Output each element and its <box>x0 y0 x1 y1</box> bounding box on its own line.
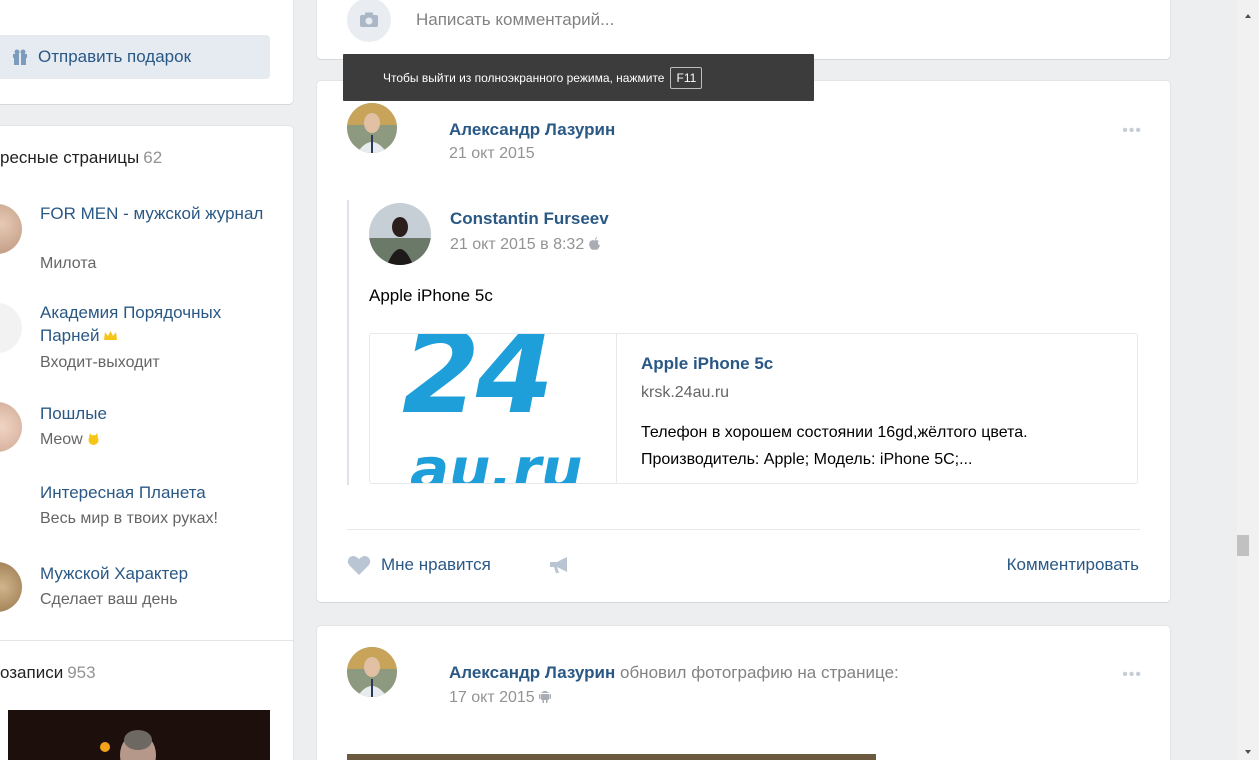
post-author[interactable]: Александр Лазурин обновил фотографию на … <box>449 663 899 683</box>
interesting-pages-title: ресные страницы <box>0 148 140 167</box>
scroll-up-icon[interactable] <box>1240 8 1256 24</box>
group-subtitle-text: Meow <box>40 431 83 448</box>
gift-card: Отправить подарок <box>0 0 293 104</box>
post-date-text: 17 окт 2015 <box>449 689 535 706</box>
post-text: Apple iPhone 5c <box>369 286 493 305</box>
author-avatar[interactable] <box>347 647 397 697</box>
megaphone-icon <box>550 557 567 573</box>
group-avatar[interactable] <box>0 303 22 353</box>
repost-author-avatar[interactable] <box>369 203 431 265</box>
interesting-pages-card: ресные страницы 62 FOR MEN - мужской журн… <box>0 126 293 646</box>
repost-bar <box>347 200 349 485</box>
group-avatar[interactable] <box>0 481 22 531</box>
comment-button[interactable]: Комментировать <box>1007 555 1139 575</box>
videos-header[interactable]: озаписи 953 <box>0 663 96 683</box>
toast-text: Чтобы выйти из полноэкранного режима, на… <box>383 70 665 85</box>
link-title[interactable]: Apple iPhone 5c <box>641 354 773 374</box>
repost-author[interactable]: Constantin Furseev <box>450 209 609 229</box>
group-subtitle: Милота <box>40 255 97 272</box>
interesting-pages-header[interactable]: ресные страницы 62 <box>0 148 162 168</box>
author-avatar[interactable] <box>347 103 397 153</box>
group-subtitle: Meow <box>40 431 102 449</box>
scrollbar-thumb[interactable] <box>1237 535 1249 556</box>
comment-box-card: Написать комментарий... <box>317 0 1170 59</box>
camera-icon <box>360 12 378 27</box>
group-name[interactable]: Интересная Планета <box>40 481 280 504</box>
post-action-text: обновил фотографию на странице: <box>619 663 899 682</box>
group-name-text: Академия Порядочных Парней <box>40 303 222 345</box>
videos-count: 953 <box>67 663 96 682</box>
repost-date[interactable]: 21 окт 2015 в 8:32 <box>450 236 600 255</box>
group-avatar[interactable] <box>0 562 22 612</box>
post-date[interactable]: 17 окт 2015 <box>449 689 552 708</box>
group-name[interactable]: Пошлые <box>40 402 280 425</box>
link-domain: krsk.24au.ru <box>641 384 730 401</box>
post-menu-icon[interactable]: ••• <box>1122 666 1142 684</box>
videos-title: озаписи <box>0 663 64 682</box>
group-subtitle: Входит-выходит <box>40 354 160 371</box>
group-subtitle: Сделает ваш день <box>40 591 178 608</box>
page: Отправить подарок ресные страницы 62 FOR … <box>0 0 1259 760</box>
link-image-text: au.ru <box>410 435 583 484</box>
toast-key: F11 <box>670 66 703 89</box>
crown-emoji-icon <box>103 325 118 340</box>
link-description: Телефон в хорошем состоянии 16gd,жёлтого… <box>641 424 1028 468</box>
interesting-pages-count: 62 <box>143 148 163 167</box>
post-date[interactable]: 21 окт 2015 <box>449 145 535 163</box>
scrollbar[interactable] <box>1237 0 1259 760</box>
android-icon <box>539 689 552 708</box>
group-subtitle: Весь мир в твоих руках! <box>40 510 218 527</box>
post-menu-icon[interactable]: ••• <box>1122 122 1142 140</box>
post-photo[interactable] <box>347 754 876 760</box>
gift-icon <box>12 49 28 65</box>
link-attachment[interactable]: 24 au.ru Apple iPhone 5c krsk.24au.ru Те… <box>369 333 1138 484</box>
post-card: Александр Лазурин 21 окт 2015 ••• Consta… <box>317 81 1170 602</box>
apple-icon <box>588 237 600 255</box>
like-label: Мне нравится <box>381 555 491 574</box>
repost-date-text: 21 окт 2015 в 8:32 <box>450 236 585 253</box>
post-card: Александр Лазурин обновил фотографию на … <box>317 626 1170 760</box>
fullscreen-toast: Чтобы выйти из полноэкранного режима, на… <box>343 54 814 101</box>
group-avatar[interactable] <box>0 402 22 452</box>
comment-input[interactable]: Написать комментарий... <box>416 10 614 30</box>
group-name[interactable]: Мужской Характер <box>40 562 280 585</box>
post-author-name[interactable]: Александр Лазурин <box>449 663 615 682</box>
send-gift-label: Отправить подарок <box>38 47 192 66</box>
scroll-down-icon[interactable] <box>1240 744 1256 760</box>
heart-icon <box>347 556 371 575</box>
link-image-digits: 24 <box>402 334 554 439</box>
post-actions-divider <box>347 529 1140 530</box>
post-author[interactable]: Александр Лазурин <box>449 120 615 140</box>
send-gift-button[interactable]: Отправить подарок <box>0 35 270 79</box>
video-thumbnail[interactable] <box>8 710 270 760</box>
share-button[interactable] <box>549 556 571 579</box>
group-name[interactable]: Академия Порядочных Парней <box>40 301 280 347</box>
cat-emoji-icon <box>87 432 102 445</box>
camera-button[interactable] <box>347 0 391 42</box>
group-name[interactable]: FOR MEN - мужской журнал <box>40 202 280 225</box>
left-column: Отправить подарок ресные страницы 62 FOR … <box>0 0 293 760</box>
link-image[interactable]: 24 au.ru <box>370 334 617 484</box>
group-avatar[interactable] <box>0 204 22 254</box>
like-button[interactable]: Мне нравится <box>347 555 491 575</box>
